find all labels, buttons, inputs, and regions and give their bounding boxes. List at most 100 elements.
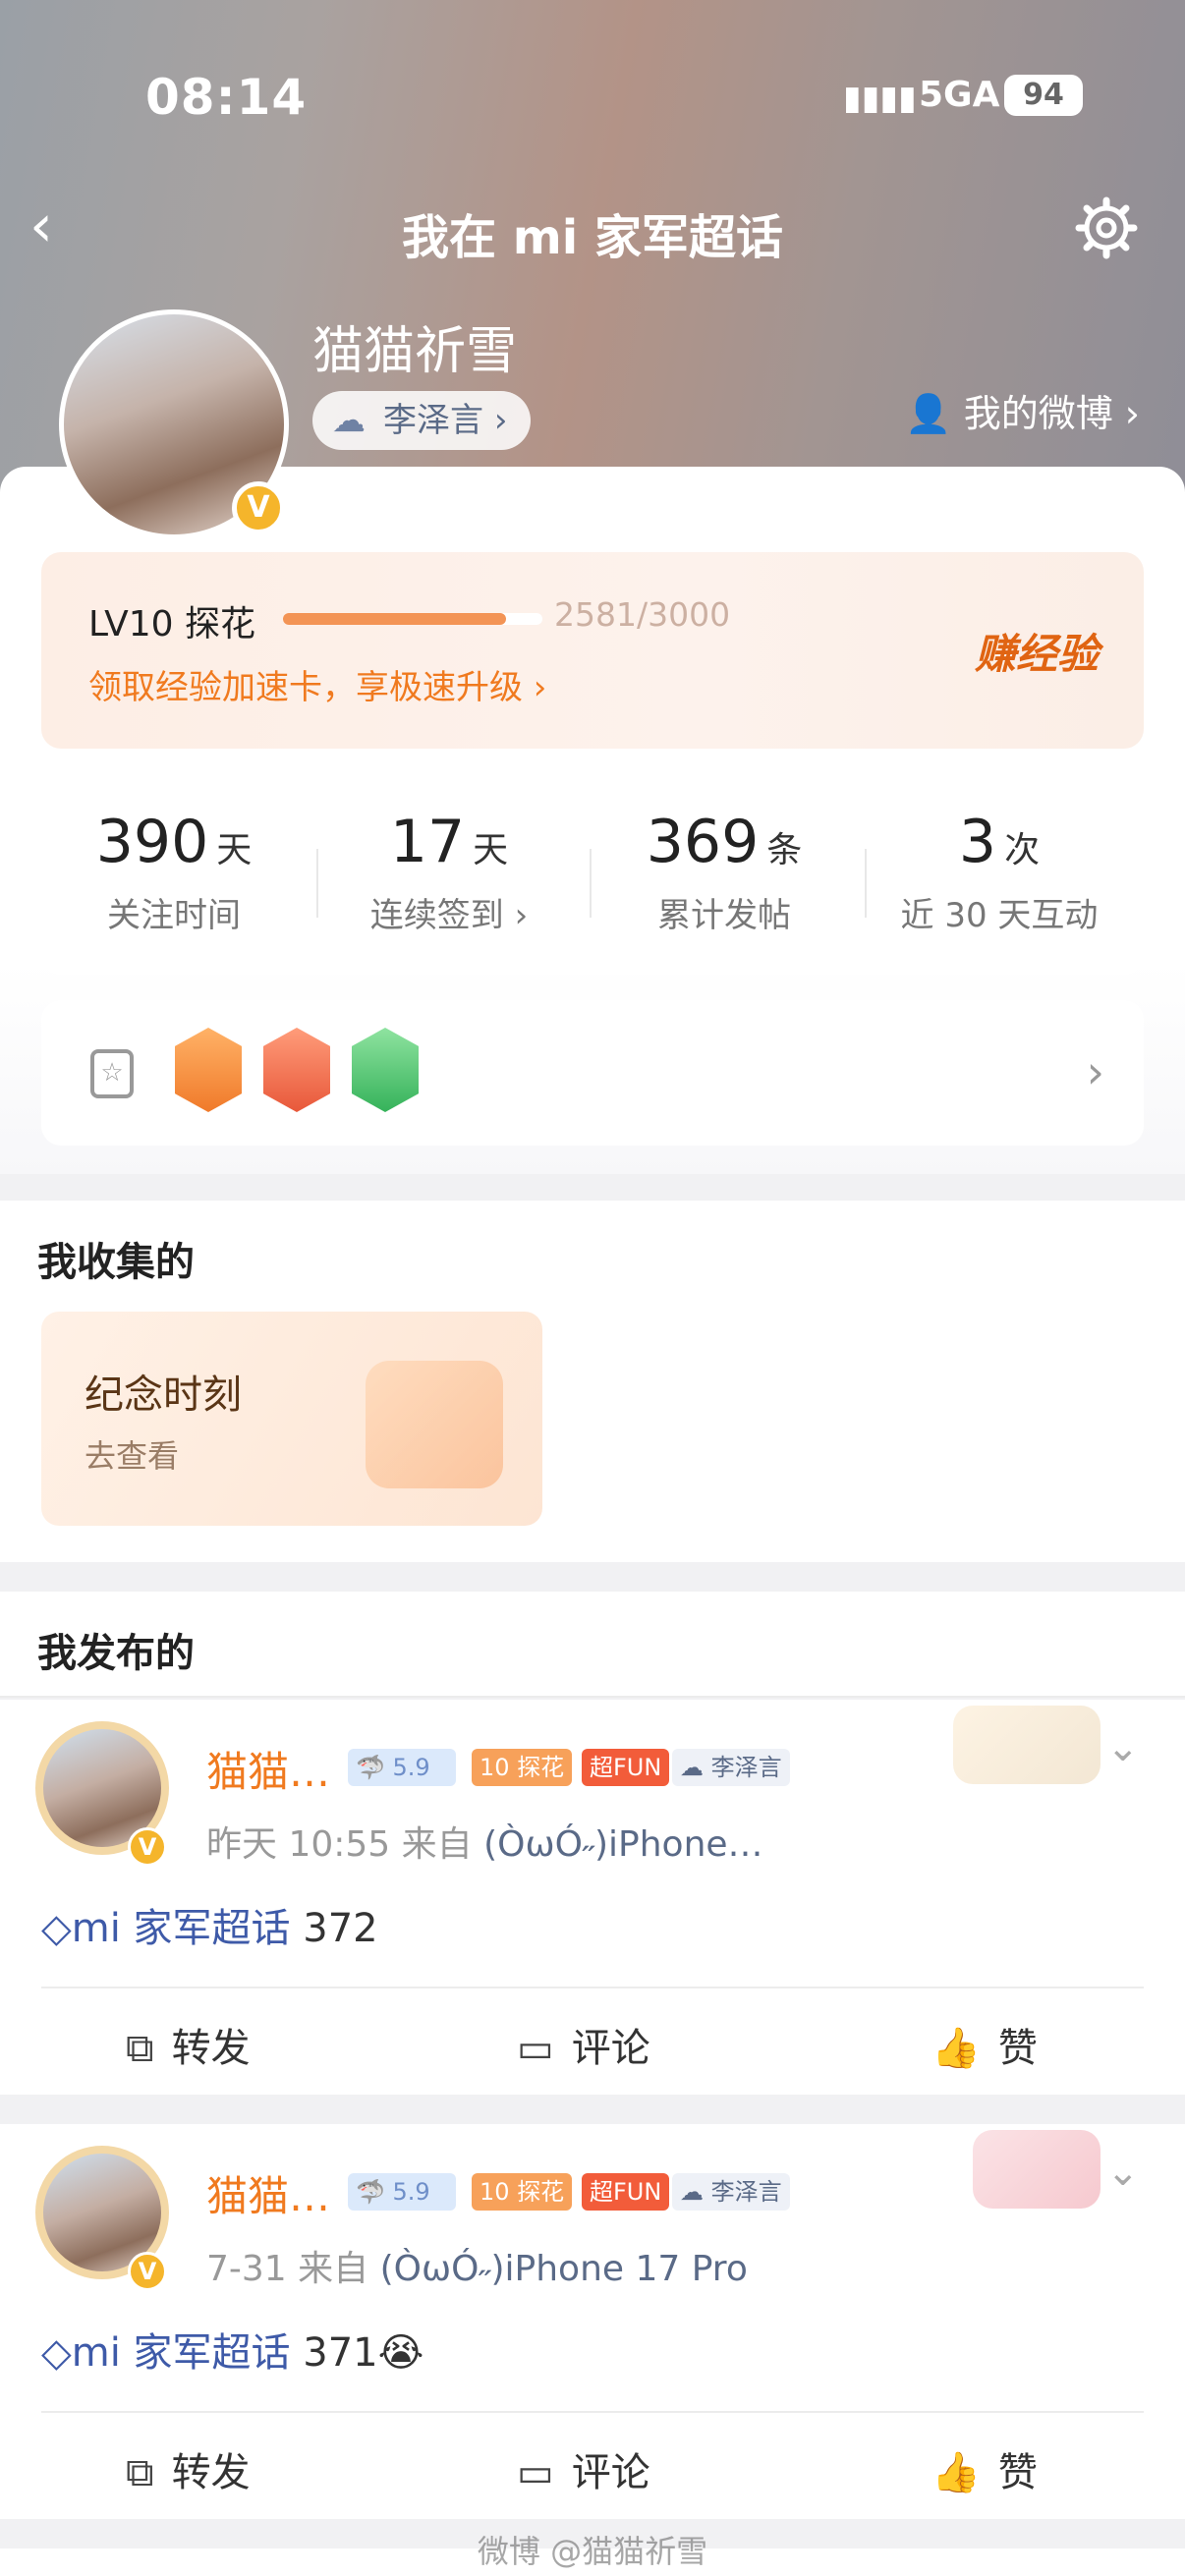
diamond-icon: ◇ bbox=[41, 1906, 72, 1951]
level-progress-fill bbox=[283, 613, 507, 625]
repost-icon: ⧉ bbox=[126, 2026, 154, 2071]
cat-sticker-icon bbox=[953, 1706, 1100, 1784]
stat-value: 3 bbox=[958, 808, 997, 876]
tag-badge-text: 李泽言 bbox=[710, 2178, 782, 2206]
stat-value: 17 bbox=[389, 808, 466, 876]
memorial-card-link: 去查看 bbox=[85, 1437, 180, 1475]
comment-label: 评论 bbox=[571, 2450, 650, 2495]
stat-unit: 次 bbox=[1004, 830, 1041, 870]
chevron-right-icon: › bbox=[1086, 1045, 1104, 1098]
level-label: LV10 探花 bbox=[88, 604, 255, 644]
post-source: (ÒωÓ˶)iPhone… bbox=[483, 1824, 763, 1865]
tag-badge: ☁ 李泽言 bbox=[672, 2173, 790, 2211]
stats-card: 390 天 关注时间 17 天 连续签到 › 369 条 累计发帖 3次 近 30 天… bbox=[41, 778, 1144, 975]
stat-label: 近 30 天互动 bbox=[900, 896, 1099, 935]
like-button[interactable]: 👍 赞 bbox=[931, 2440, 1038, 2497]
post-from-label: 来自 bbox=[298, 2249, 369, 2289]
username: 猫猫祈雪 bbox=[312, 322, 518, 381]
chevron-down-icon[interactable]: ⌄ bbox=[1106, 2150, 1140, 2195]
repost-label: 转发 bbox=[171, 2450, 251, 2495]
comment-icon: ▭ bbox=[517, 2450, 554, 2495]
post-text: 371😭 bbox=[303, 2330, 424, 2376]
level-badge-num: 10 bbox=[480, 1754, 510, 1781]
my-weibo-link[interactable]: 👤 我的微博 › bbox=[905, 383, 1140, 437]
post-author-name[interactable]: 猫猫… bbox=[206, 2163, 330, 2223]
chevron-down-icon[interactable]: ⌄ bbox=[1106, 1725, 1140, 1770]
tag-badge: ☁ 李泽言 bbox=[672, 1749, 790, 1786]
post-content: ◇mi 家军超话 372 bbox=[41, 1896, 378, 1953]
level-progress-text: 2581/3000 bbox=[554, 595, 731, 634]
stat-follow-days: 390 天 关注时间 bbox=[41, 808, 307, 936]
comment-button[interactable]: ▭ 评论 bbox=[517, 2016, 650, 2073]
repost-icon: ⧉ bbox=[126, 2450, 154, 2495]
gear-icon[interactable] bbox=[1075, 196, 1138, 259]
level-card[interactable]: LV10 探花 2581/3000 领取经验加速卡，享极速升级 › 赚经验 bbox=[41, 552, 1144, 749]
stat-value: 390 bbox=[95, 808, 209, 876]
network-label: 5GA bbox=[919, 75, 1000, 115]
medal-hand-icon bbox=[352, 1028, 419, 1112]
post-source: (ÒωÓ˶)iPhone 17 Pro bbox=[379, 2249, 748, 2289]
chevron-right-icon: › bbox=[523, 668, 547, 707]
level-boost-label: 领取经验加速卡，享极速升级 bbox=[88, 668, 523, 707]
memorial-card[interactable]: 纪念时刻 去查看 bbox=[41, 1312, 542, 1526]
earn-exp-button[interactable]: 赚经验 bbox=[975, 621, 1099, 681]
stat-label: 连续签到 › bbox=[316, 888, 582, 936]
post-meta: 7-31 来自 (ÒωÓ˶)iPhone 17 Pro bbox=[206, 2240, 748, 2291]
chevron-right-icon: › bbox=[503, 896, 529, 935]
verified-icon: V bbox=[128, 2252, 167, 2291]
medal-rock-icon bbox=[263, 1028, 330, 1112]
post-author-name[interactable]: 猫猫… bbox=[206, 1739, 330, 1799]
post-from-label: 来自 bbox=[401, 1824, 473, 1865]
topic-link[interactable]: mi 家军超话 bbox=[72, 1906, 291, 1951]
level-badge: 10 探花 bbox=[472, 1749, 573, 1786]
status-bar: 08:14 ▮▮▮▮ 5GA 94 bbox=[0, 69, 1185, 128]
stat-label-text: 连续签到 bbox=[369, 896, 504, 935]
post-card[interactable]: V 猫猫… 🦈 5.9 10 探花 超FUN ☁ 李泽言 昨天 10:55 来自… bbox=[0, 1700, 1185, 2095]
fan-badge-icon: 🦈 5.9 bbox=[348, 1749, 456, 1786]
page-title: 我在 mi 家军超话 bbox=[402, 210, 783, 265]
repost-button[interactable]: ⧉ 转发 bbox=[126, 2016, 251, 2073]
stat-posts: 369 条 累计发帖 bbox=[592, 808, 857, 936]
like-label: 赞 bbox=[997, 2026, 1038, 2071]
level-badge-text: 探花 bbox=[517, 1754, 565, 1781]
level-progress-bar bbox=[283, 613, 542, 625]
comment-label: 评论 bbox=[571, 2026, 650, 2071]
watermark: 微博 @猫猫祈雪 bbox=[477, 2533, 708, 2570]
fun-badge: 超FUN bbox=[582, 2173, 670, 2211]
level-badge-num: 10 bbox=[480, 2178, 510, 2206]
level-badge: 10 探花 bbox=[472, 2173, 573, 2211]
fun-badge: 超FUN bbox=[582, 1749, 670, 1786]
heart-sticker-icon bbox=[973, 2130, 1100, 2209]
calendar-heart-icon bbox=[366, 1361, 503, 1488]
verified-icon: V bbox=[232, 481, 285, 534]
stat-label: 关注时间 bbox=[107, 896, 241, 935]
medal-box-icon: ☆ bbox=[90, 1049, 134, 1098]
verified-icon: V bbox=[128, 1827, 167, 1867]
medal-row[interactable]: ☆ › bbox=[41, 1000, 1144, 1146]
memorial-card-title: 纪念时刻 bbox=[85, 1372, 242, 1418]
post-card[interactable]: V 猫猫… 🦈 5.9 10 探花 超FUN ☁ 李泽言 7-31 来自 (Òω… bbox=[0, 2124, 1185, 2519]
like-button[interactable]: 👍 赞 bbox=[931, 2016, 1038, 2073]
cloud-icon: ☁ bbox=[680, 2178, 711, 2206]
nav-bar: ‹ 我在 mi 家军超话 bbox=[0, 187, 1185, 275]
repost-button[interactable]: ⧉ 转发 bbox=[126, 2440, 251, 2497]
published-title: 我发布的 bbox=[37, 1631, 195, 1676]
fan-badge-icon: 🦈 5.9 bbox=[348, 2173, 456, 2211]
collect-title: 我收集的 bbox=[37, 1240, 195, 1285]
post-time: 7-31 bbox=[206, 2249, 287, 2289]
person-icon: 👤 bbox=[905, 392, 952, 435]
post-content: ◇mi 家军超话 371😭 bbox=[41, 2321, 423, 2378]
stat-unit: 条 bbox=[766, 830, 803, 870]
chevron-right-icon: › bbox=[1124, 392, 1140, 435]
my-weibo-label: 我的微博 bbox=[963, 392, 1113, 435]
repost-label: 转发 bbox=[171, 2026, 251, 2071]
tag-pill[interactable]: ☁ 李泽言 › bbox=[312, 391, 532, 450]
comment-button[interactable]: ▭ 评论 bbox=[517, 2440, 650, 2497]
level-boost-link[interactable]: 领取经验加速卡，享极速升级 › bbox=[88, 660, 546, 708]
stat-label: 累计发帖 bbox=[657, 896, 791, 935]
level-badge-text: 探花 bbox=[517, 2178, 565, 2206]
topic-link[interactable]: mi 家军超话 bbox=[72, 2330, 291, 2376]
tag-label: 李泽言 bbox=[383, 401, 483, 440]
stat-checkin-days[interactable]: 17 天 连续签到 › bbox=[316, 808, 582, 936]
stat-interactions: 3次 近 30 天互动 bbox=[867, 808, 1132, 936]
